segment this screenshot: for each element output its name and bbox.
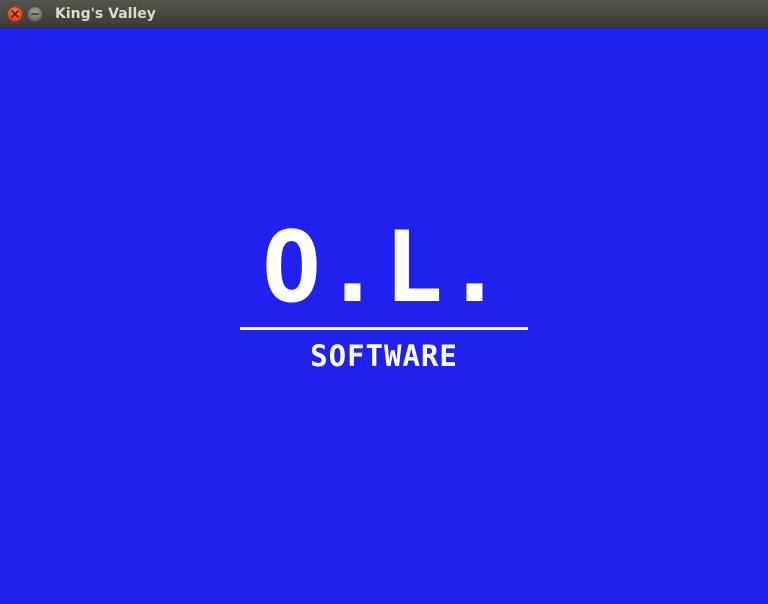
game-screen[interactable]: O.L. SOFTWARE xyxy=(0,28,768,604)
game-window: King's Valley O.L. SOFTWARE xyxy=(0,0,768,604)
splash-logo: O.L. SOFTWARE xyxy=(0,28,768,604)
minimize-button[interactable] xyxy=(27,6,43,22)
close-icon xyxy=(11,10,19,18)
logo-divider xyxy=(240,327,528,330)
window-title: King's Valley xyxy=(55,6,156,22)
logo-main-text: O.L. xyxy=(261,211,506,325)
close-button[interactable] xyxy=(7,6,23,22)
logo-sub-text: SOFTWARE xyxy=(310,339,458,373)
title-bar[interactable]: King's Valley xyxy=(0,0,768,28)
minimize-icon xyxy=(31,13,39,15)
